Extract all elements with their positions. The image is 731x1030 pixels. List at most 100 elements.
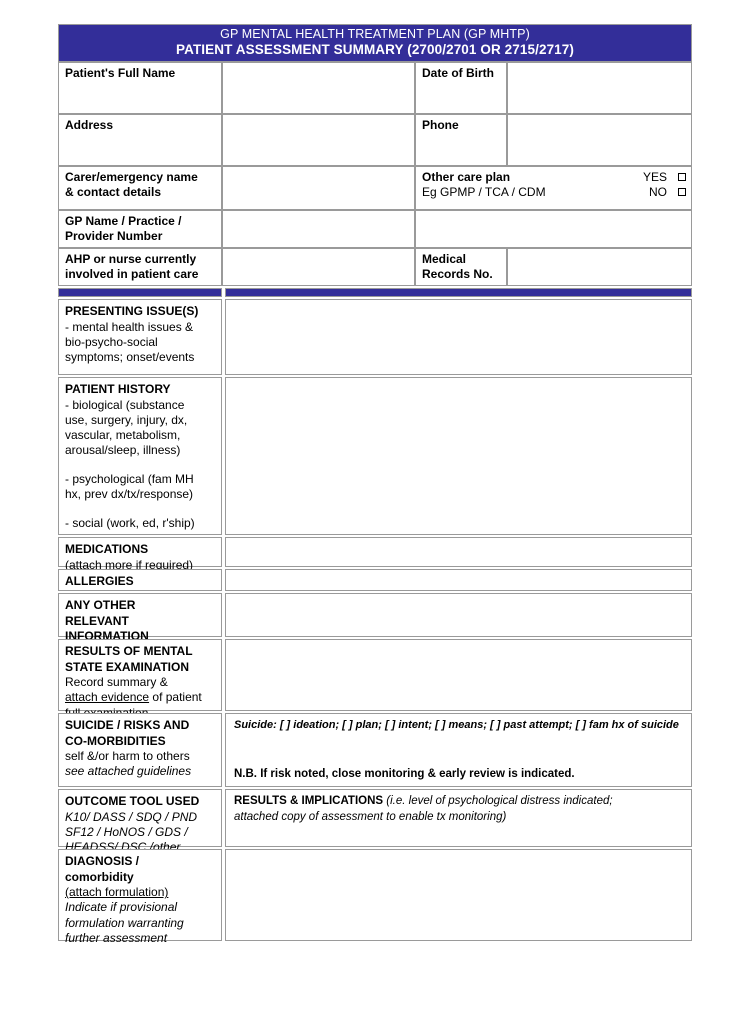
diagnosis-input[interactable] bbox=[225, 849, 692, 942]
diagnosis-row: DIAGNOSIS / comorbidity (attach formulat… bbox=[58, 849, 692, 945]
ahp-input[interactable] bbox=[222, 247, 415, 287]
mrn-label-line1: Medical bbox=[422, 251, 467, 266]
patient-history-psych-1: - psychological (fam MH bbox=[65, 472, 194, 487]
gp-label-cell: GP Name / Practice / Provider Number bbox=[58, 209, 222, 248]
patient-history-label-cell: PATIENT HISTORY - biological (substance … bbox=[58, 377, 222, 536]
patient-identity-table: Patient's Full Name Date of Birth Addres… bbox=[58, 61, 692, 287]
mrn-label-line2: Records No. bbox=[422, 267, 493, 281]
presenting-issues-label-cell: PRESENTING ISSUE(S) - mental health issu… bbox=[58, 299, 222, 376]
table-row: Patient's Full Name Date of Birth bbox=[58, 61, 692, 114]
yes-checkbox[interactable] bbox=[678, 172, 686, 181]
suicide-risks-label-cell: SUICIDE / RISKS AND CO-MORBIDITIES self … bbox=[58, 713, 222, 788]
mse-label-cell: RESULTS OF MENTAL STATE EXAMINATION Reco… bbox=[58, 639, 222, 720]
patient-history-title: PATIENT HISTORY bbox=[65, 382, 171, 397]
presenting-issues-desc-2: bio-psycho-social bbox=[65, 334, 158, 349]
patient-history-bio-2: use, surgery, injury, dx, bbox=[65, 412, 188, 427]
allergies-row: ALLERGIES bbox=[58, 569, 692, 592]
section-divider-left bbox=[58, 288, 222, 298]
other-care-plan-no-row: Eg GPMP / TCA / CDM NO bbox=[422, 185, 686, 200]
patient-name-label-cell: Patient's Full Name bbox=[58, 61, 222, 114]
mse-row: RESULTS OF MENTAL STATE EXAMINATION Reco… bbox=[58, 639, 692, 720]
diagnosis-italic-1: Indicate if provisional bbox=[65, 900, 178, 915]
outcome-tool-title: OUTCOME TOOL USED bbox=[65, 794, 200, 809]
no-label: NO bbox=[649, 184, 667, 199]
other-info-title-1: ANY OTHER bbox=[65, 598, 136, 613]
document-page: GP MENTAL HEALTH TREATMENT PLAN (GP MHTP… bbox=[0, 0, 731, 1030]
patient-history-bio-3: vascular, metabolism, bbox=[65, 427, 181, 442]
other-info-title-2: RELEVANT bbox=[65, 613, 129, 628]
no-checkbox[interactable] bbox=[678, 187, 686, 196]
table-row: AHP or nurse currently involved in patie… bbox=[58, 247, 692, 287]
patient-history-bio-4: arousal/sleep, illness) bbox=[65, 443, 181, 458]
other-care-plan-examples: Eg GPMP / TCA / CDM bbox=[422, 184, 546, 199]
carer-label-cell: Carer/emergency name & contact details bbox=[58, 165, 222, 210]
mse-desc-2-rest: of patient bbox=[149, 690, 202, 705]
section-divider-right bbox=[225, 288, 692, 298]
yes-label: YES bbox=[642, 169, 667, 184]
suicide-risks-desc-italic: see attached guidelines bbox=[65, 764, 192, 779]
other-info-input[interactable] bbox=[225, 593, 692, 638]
results-implications-heading: RESULTS & IMPLICATIONS bbox=[234, 795, 384, 808]
mse-title-1: RESULTS OF MENTAL bbox=[65, 644, 193, 659]
suicide-risks-title-2: CO-MORBIDITIES bbox=[65, 733, 166, 748]
mse-input[interactable] bbox=[225, 639, 692, 712]
patient-name-input[interactable] bbox=[222, 61, 415, 114]
carer-label-line1: Carer/emergency name bbox=[65, 169, 198, 184]
patient-history-input[interactable] bbox=[225, 377, 692, 536]
patient-history-social-1: - social (work, ed, r'ship) bbox=[65, 516, 195, 531]
allergies-label-cell: ALLERGIES bbox=[58, 569, 222, 592]
suicide-risks-desc-plain: self &/or harm to others bbox=[65, 749, 190, 764]
diagnosis-italic-3: further assessment bbox=[65, 930, 168, 945]
phone-input[interactable] bbox=[507, 113, 692, 166]
address-label: Address bbox=[65, 117, 114, 132]
carer-label-line2: & contact details bbox=[65, 184, 162, 199]
diagnosis-label-cell: DIAGNOSIS / comorbidity (attach formulat… bbox=[58, 849, 222, 945]
patient-name-label: Patient's Full Name bbox=[65, 65, 176, 80]
dob-label-cell: Date of Birth bbox=[415, 61, 507, 114]
gp-input[interactable] bbox=[222, 209, 415, 248]
mse-attach-evidence: attach evidence bbox=[65, 690, 150, 705]
patient-history-row: PATIENT HISTORY - biological (substance … bbox=[58, 377, 692, 536]
medications-title: MEDICATIONS bbox=[65, 542, 149, 557]
other-care-plan-yes-group: YES bbox=[637, 170, 686, 185]
phone-label-cell: Phone bbox=[415, 113, 507, 166]
suicide-risks-input[interactable]: Suicide: [ ] ideation; [ ] plan; [ ] int… bbox=[225, 713, 692, 788]
table-row: Address Phone bbox=[58, 113, 692, 166]
ahp-label-line1: AHP or nurse currently bbox=[65, 251, 197, 266]
suicide-risks-title-1: SUICIDE / RISKS AND bbox=[65, 718, 190, 733]
results-implications-note-2: attached copy of assessment to enable tx… bbox=[234, 810, 507, 823]
diagnosis-italic-2: formulation warranting bbox=[65, 915, 184, 930]
results-implications-heading-line: RESULTS & IMPLICATIONS (i.e. level of ps… bbox=[234, 794, 685, 810]
patient-history-bio-1: - biological (substance bbox=[65, 397, 185, 412]
mse-desc-2: attach evidence of patient bbox=[65, 690, 216, 705]
mse-desc-1: Record summary & bbox=[65, 675, 168, 690]
address-input[interactable] bbox=[222, 113, 415, 166]
dob-label: Date of Birth bbox=[422, 65, 494, 80]
carer-input[interactable] bbox=[222, 165, 415, 210]
other-care-plan-no-group: NO bbox=[643, 185, 686, 200]
presenting-issues-title: PRESENTING ISSUE(S) bbox=[65, 304, 199, 319]
suicide-risk-checklist[interactable]: Suicide: [ ] ideation; [ ] plan; [ ] int… bbox=[234, 718, 685, 732]
assessment-form: GP MENTAL HEALTH TREATMENT PLAN (GP MHTP… bbox=[58, 24, 692, 945]
medications-row: MEDICATIONS (attach more if required) bbox=[58, 537, 692, 572]
mrn-input[interactable] bbox=[507, 247, 692, 287]
medications-input[interactable] bbox=[225, 537, 692, 568]
patient-history-psych-2: hx, prev dx/tx/response) bbox=[65, 487, 194, 502]
ahp-label-line2: involved in patient care bbox=[65, 267, 199, 281]
form-title-line1: GP MENTAL HEALTH TREATMENT PLAN (GP MHTP… bbox=[220, 27, 530, 41]
ahp-label-cell: AHP or nurse currently involved in patie… bbox=[58, 247, 222, 287]
dob-input[interactable] bbox=[507, 61, 692, 114]
phone-label: Phone bbox=[422, 117, 459, 132]
medications-label-cell: MEDICATIONS (attach more if required) bbox=[58, 537, 222, 572]
presenting-issues-input[interactable] bbox=[225, 299, 692, 376]
presenting-issues-row: PRESENTING ISSUE(S) - mental health issu… bbox=[58, 299, 692, 376]
allergies-input[interactable] bbox=[225, 569, 692, 592]
outcome-tool-line-1: K10/ DASS / SDQ / PND bbox=[65, 809, 198, 824]
table-row: Carer/emergency name & contact details O… bbox=[58, 165, 692, 210]
outcome-tool-input[interactable]: RESULTS & IMPLICATIONS (i.e. level of ps… bbox=[225, 789, 692, 848]
gp-label-line2: Provider Number bbox=[65, 228, 163, 243]
presenting-issues-desc-3: symptoms; onset/events bbox=[65, 349, 195, 364]
gp-right-blank-cell bbox=[415, 209, 692, 248]
